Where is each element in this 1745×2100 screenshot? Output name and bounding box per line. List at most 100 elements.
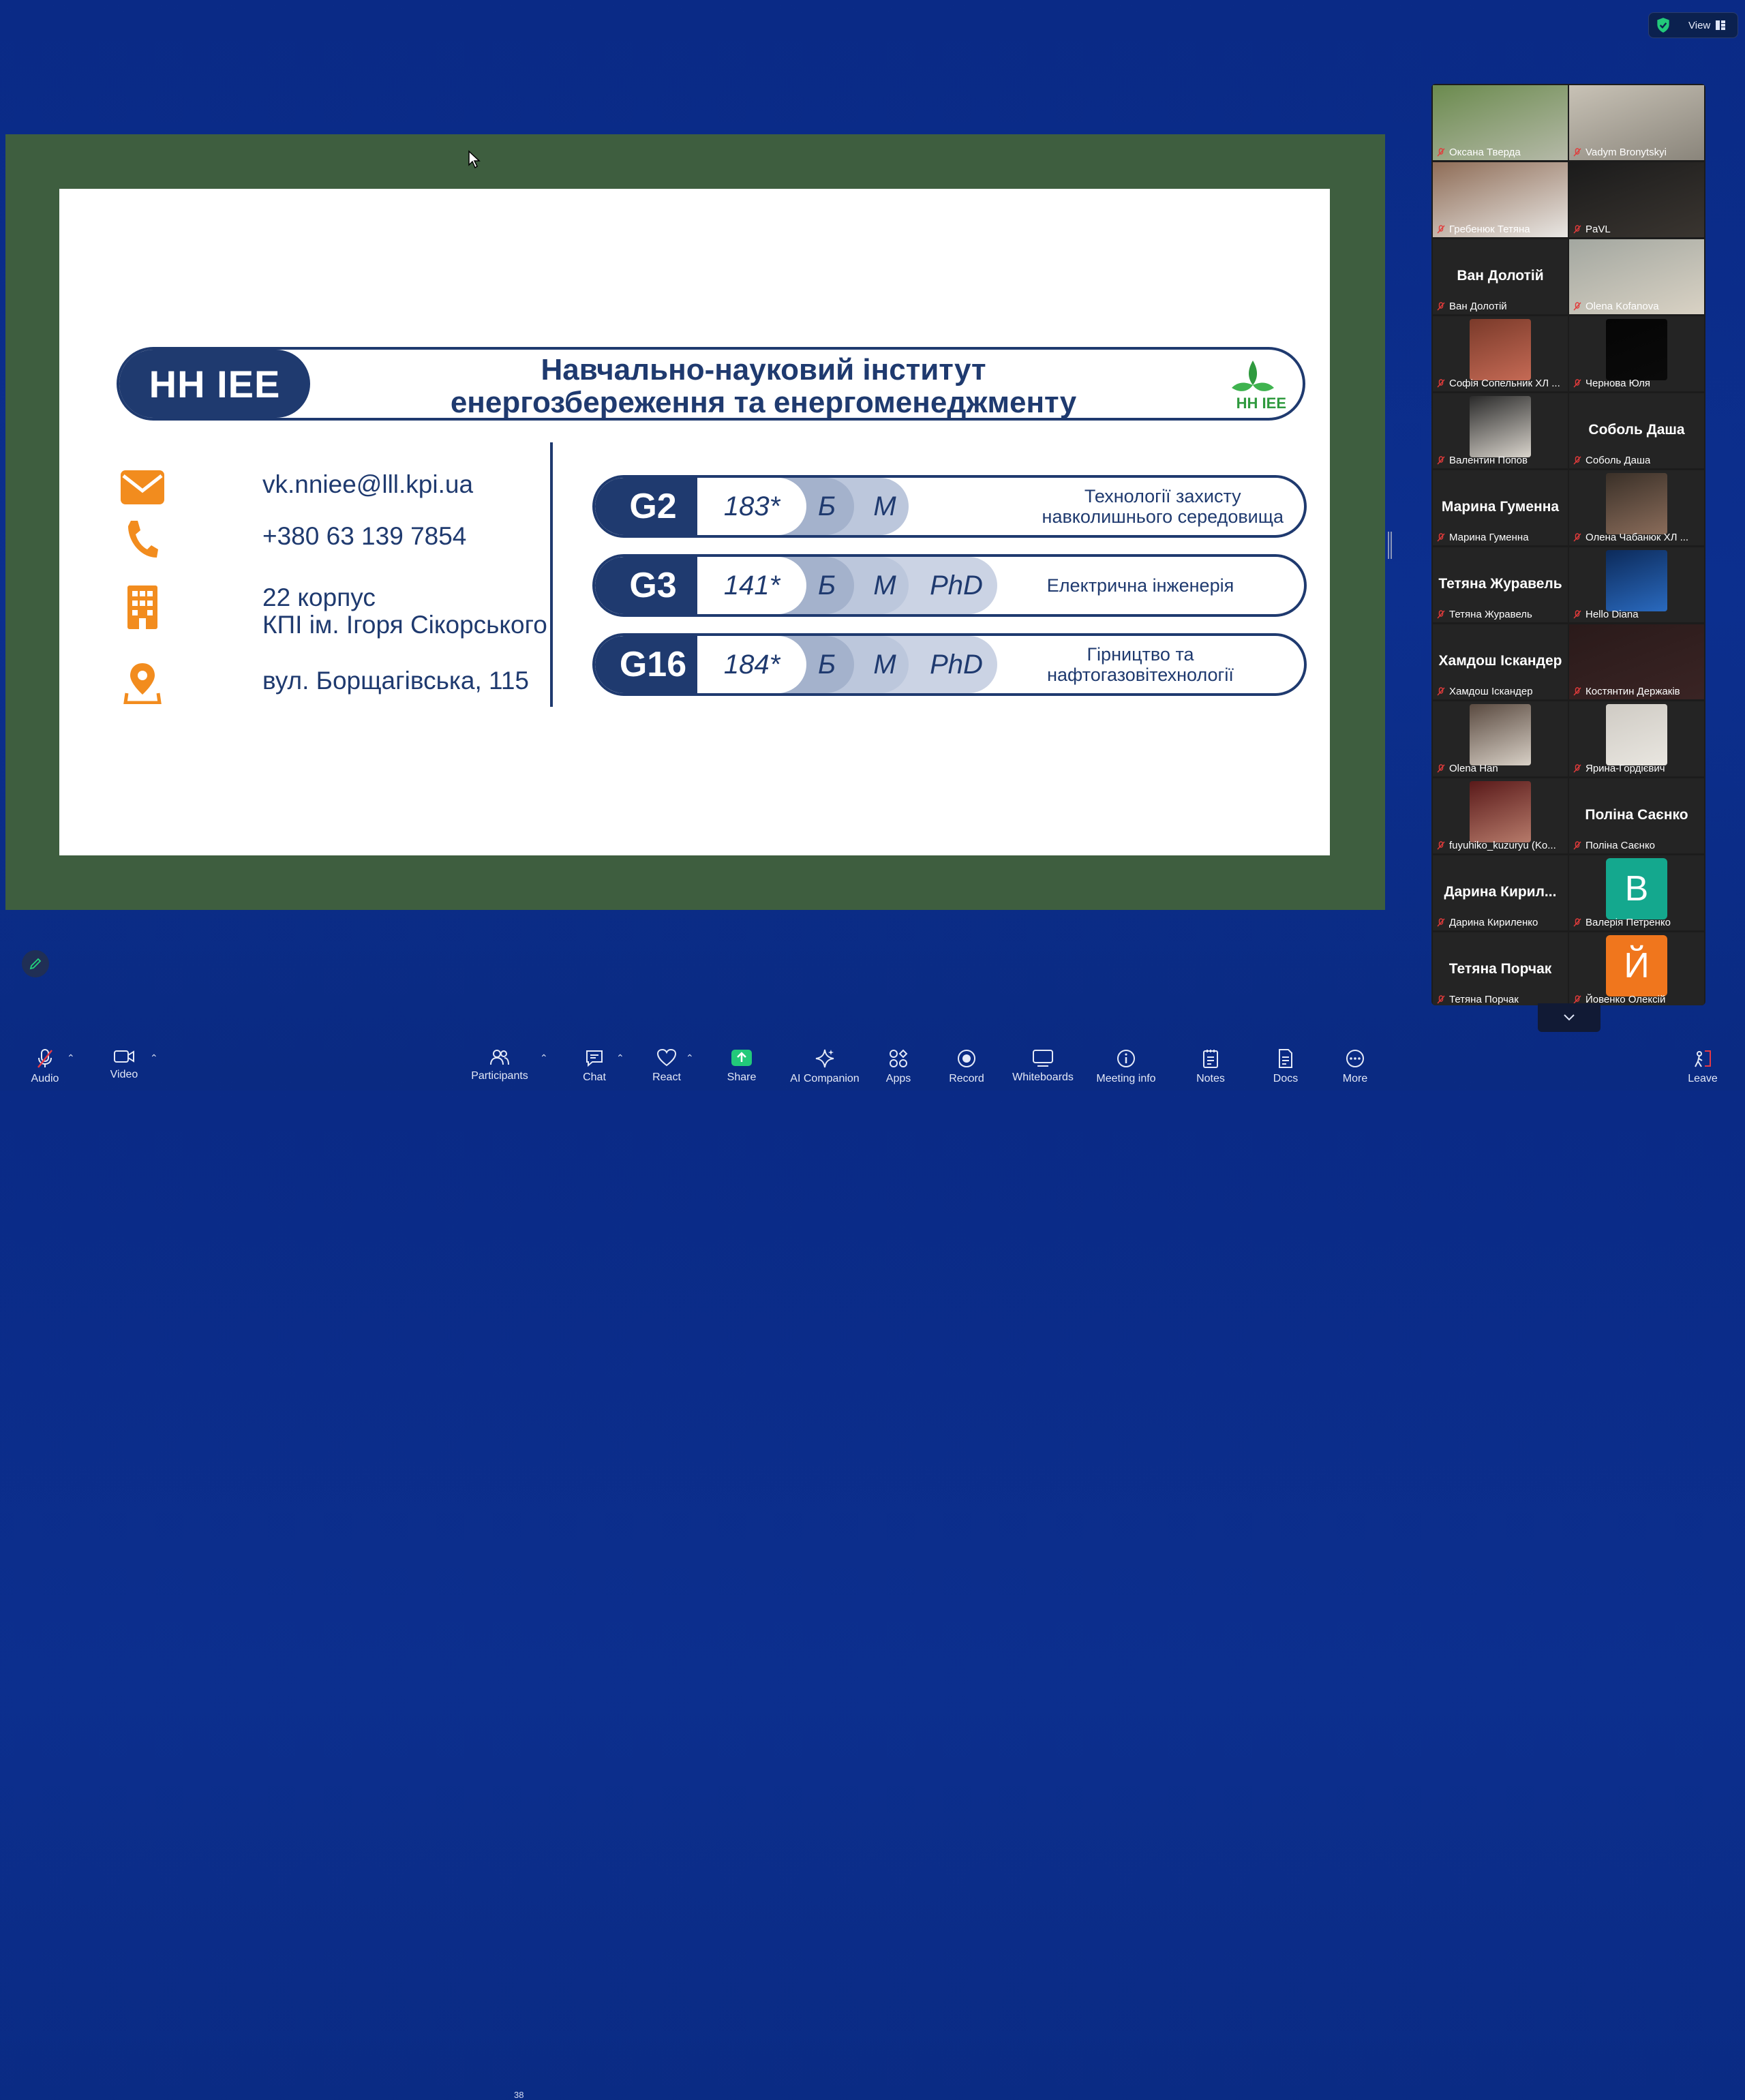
participants-options-caret[interactable]: ⌃ xyxy=(540,1052,548,1064)
contact-phone xyxy=(117,513,168,565)
view-button[interactable]: View xyxy=(1648,12,1738,38)
resize-handle[interactable] xyxy=(1388,532,1392,559)
muted-mic-icon xyxy=(1573,763,1581,772)
notes-button[interactable]: Notes xyxy=(1196,1036,1226,1091)
program-name: Електрична інженерія xyxy=(1046,575,1234,596)
program-g16: G16 PhD М Б 184* Гірництво та нафтогазові… xyxy=(592,633,1307,696)
participant-name-label: Софія Сопельник ХЛ ... xyxy=(1437,378,1560,389)
audio-button[interactable]: Audio xyxy=(25,1036,65,1091)
participant-gallery: Оксана Тверда Vadym Bronytskyi Гребенюк Те… xyxy=(1431,84,1705,1005)
video-camera-icon xyxy=(114,1050,134,1063)
participant-video xyxy=(1606,473,1667,534)
location-pin-icon xyxy=(117,656,168,708)
participant-tile[interactable]: Олена Чабанюк ХЛ ... xyxy=(1569,470,1704,545)
participants-button[interactable]: Participants xyxy=(469,1036,530,1091)
muted-mic-icon xyxy=(1437,763,1445,772)
participant-name-label: fuyuhiko_kuzuryu (Ko... xyxy=(1437,840,1556,851)
participant-tile[interactable]: Hello Diana xyxy=(1569,547,1704,622)
video-label: Video xyxy=(110,1069,138,1080)
participant-tile[interactable]: Хамдош Іскандер Хамдош Іскандер xyxy=(1433,624,1568,699)
presentation-slide: НН IEE Навчально-науковий інститут енерг… xyxy=(59,189,1330,855)
participant-tile[interactable]: Марина Гуменна Марина Гуменна xyxy=(1433,470,1568,545)
react-button[interactable]: React xyxy=(650,1036,683,1091)
contact-email xyxy=(117,461,168,513)
participant-tile[interactable]: Дарина Кирил... Дарина Кириленко xyxy=(1433,855,1568,930)
participant-tile[interactable]: Olena Han xyxy=(1433,701,1568,776)
participant-tile[interactable]: Тетяна Порчак Тетяна Порчак xyxy=(1433,932,1568,1005)
record-label: Record xyxy=(949,1073,984,1084)
banner-title-line1: Навчально-науковий інститут xyxy=(541,353,986,386)
participant-name: Дарина Кириленко xyxy=(1449,917,1538,928)
banner-title-line2: енергозбереження та енергоменеджменту xyxy=(450,386,1077,419)
share-screen-icon xyxy=(731,1050,752,1066)
address-text: вул. Борщагівська, 115 xyxy=(262,667,529,695)
participant-name: Валентин Попов xyxy=(1449,455,1528,466)
building-line2: КПІ ім. Ігоря Сікорського xyxy=(262,611,547,639)
participant-name-label: Костянтин Держаків xyxy=(1573,686,1680,697)
participant-tile[interactable]: fuyuhiko_kuzuryu (Ko... xyxy=(1433,778,1568,853)
audio-label: Audio xyxy=(31,1073,59,1084)
participant-tile[interactable]: Валентин Попов xyxy=(1433,393,1568,468)
participant-name-label: Тетяна Порчак xyxy=(1437,994,1519,1005)
video-options-caret[interactable]: ⌃ xyxy=(150,1052,158,1064)
whiteboard-icon xyxy=(1033,1050,1053,1067)
participant-avatar: Й xyxy=(1606,935,1667,996)
muted-mic-icon xyxy=(1573,301,1581,310)
contact-building xyxy=(117,581,168,633)
participant-name-label: PaVL xyxy=(1573,224,1611,235)
participant-tile[interactable]: Чернова Юля xyxy=(1569,316,1704,391)
participant-tile[interactable]: Тетяна Журавель Тетяна Журавель xyxy=(1433,547,1568,622)
building-text: 22 корпус КПІ ім. Ігоря Сікорського xyxy=(262,584,547,639)
participant-tile[interactable]: PaVL xyxy=(1569,162,1704,237)
institute-banner: НН IEE Навчально-науковий інститут енерг… xyxy=(117,347,1305,421)
participant-display-name: Тетяна Журавель xyxy=(1438,576,1562,592)
banner-title: Навчально-науковий інститут енергозбереж… xyxy=(317,354,1210,419)
participant-tile[interactable]: Й Йовенко Олексій xyxy=(1569,932,1704,1005)
audio-options-caret[interactable]: ⌃ xyxy=(67,1052,75,1064)
building-icon xyxy=(117,581,168,633)
participant-tile[interactable]: Гребенюк Тетяна xyxy=(1433,162,1568,237)
meeting-info-button[interactable]: Meeting info xyxy=(1095,1036,1157,1091)
muted-mic-icon xyxy=(1573,686,1581,695)
participant-name-label: Хамдош Іскандер xyxy=(1437,686,1533,697)
more-button[interactable]: More xyxy=(1340,1036,1370,1091)
annotate-pen-button[interactable] xyxy=(22,950,49,977)
gallery-collapse-button[interactable] xyxy=(1538,1003,1600,1032)
participant-name-label: Гребенюк Тетяна xyxy=(1437,224,1530,235)
participant-video xyxy=(1470,781,1531,842)
email-icon xyxy=(117,461,168,513)
participant-tile[interactable]: Ван Долотій Ван Долотій xyxy=(1433,239,1568,314)
participant-tile[interactable]: Ярина-Гордієвич xyxy=(1569,701,1704,776)
participant-tile[interactable]: В Валерія Петренко xyxy=(1569,855,1704,930)
chat-options-caret[interactable]: ⌃ xyxy=(616,1052,624,1064)
apps-button[interactable]: Apps xyxy=(885,1036,912,1091)
muted-mic-icon xyxy=(1573,455,1581,464)
video-button[interactable]: Video xyxy=(105,1036,143,1091)
muted-mic-icon xyxy=(37,1049,52,1068)
participant-name-label: Марина Гуменна xyxy=(1437,532,1529,543)
whiteboards-button[interactable]: Whiteboards xyxy=(1012,1036,1074,1091)
chat-button[interactable]: Chat xyxy=(579,1036,609,1091)
program-name-line1: Технології захисту xyxy=(1084,486,1241,506)
participant-tile[interactable]: Поліна Саєнко Поліна Саєнко xyxy=(1569,778,1704,853)
react-options-caret[interactable]: ⌃ xyxy=(686,1052,694,1064)
share-button[interactable]: Share xyxy=(727,1036,757,1091)
participant-tile[interactable]: Костянтин Держаків xyxy=(1569,624,1704,699)
docs-button[interactable]: Docs xyxy=(1272,1036,1299,1091)
leave-label: Leave xyxy=(1688,1073,1718,1084)
record-button[interactable]: Record xyxy=(949,1036,984,1091)
more-label: More xyxy=(1342,1073,1368,1084)
participant-tile[interactable]: Оксана Тверда xyxy=(1433,85,1568,160)
participants-label: Participants xyxy=(471,1070,528,1082)
participant-name: PaVL xyxy=(1585,224,1611,235)
notes-label: Notes xyxy=(1196,1073,1225,1084)
muted-mic-icon xyxy=(1573,378,1581,387)
gallery-grid-icon xyxy=(1716,20,1726,30)
participant-tile[interactable]: Соболь Даша Соболь Даша xyxy=(1569,393,1704,468)
participant-tile[interactable]: Софія Сопельник ХЛ ... xyxy=(1433,316,1568,391)
participant-name-label: Дарина Кириленко xyxy=(1437,917,1538,928)
leave-button[interactable]: Leave xyxy=(1686,1036,1719,1091)
ai-companion-button[interactable]: AI Companion xyxy=(788,1036,862,1091)
participant-tile[interactable]: Olena Kofanova xyxy=(1569,239,1704,314)
participant-tile[interactable]: Vadym Bronytskyi xyxy=(1569,85,1704,160)
